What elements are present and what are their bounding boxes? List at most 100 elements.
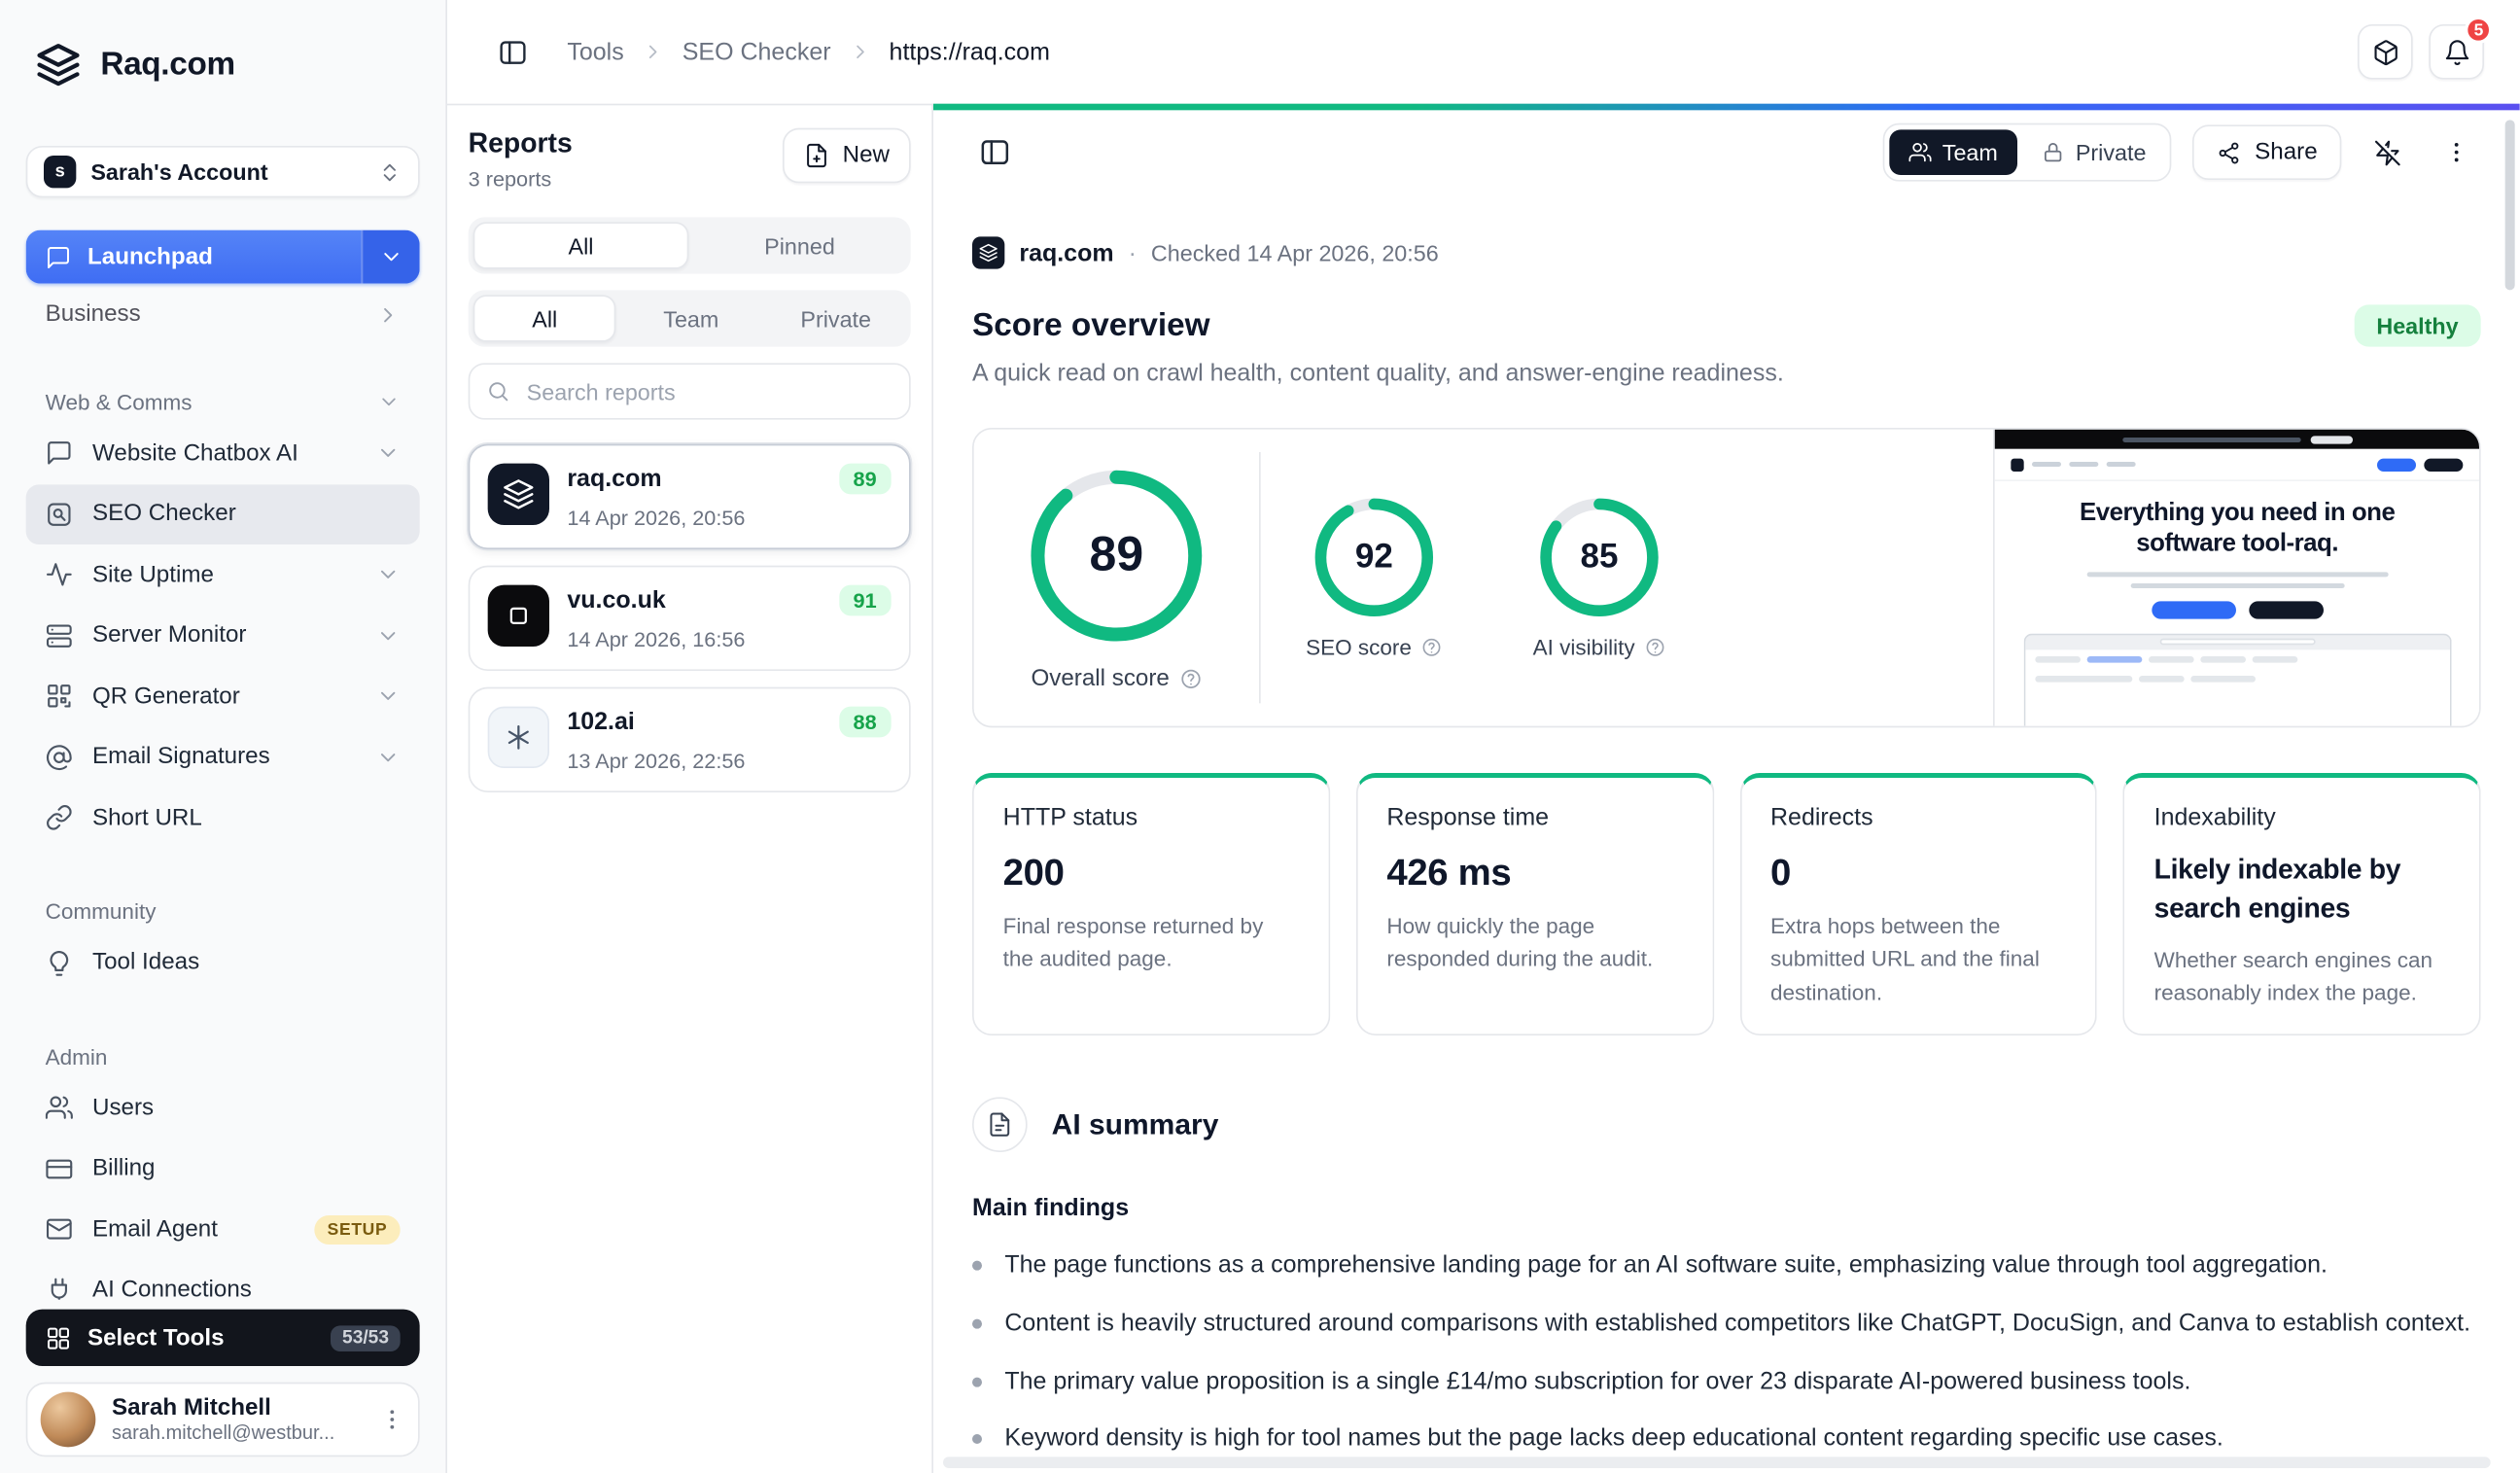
brand-logo-icon [32, 39, 84, 90]
report-name: raq.com [567, 465, 662, 493]
sidebar-item-email-agent[interactable]: Email Agent SETUP [26, 1199, 420, 1260]
user-email: sarah.mitchell@westbur... [112, 1421, 335, 1445]
package-button[interactable] [2358, 24, 2413, 80]
brand-name: Raq.com [100, 46, 235, 83]
scope-tabs: All Team Private [468, 290, 911, 347]
flash-off-button[interactable] [2362, 128, 2411, 177]
metric-http-status: HTTP status 200 Final response returned … [972, 773, 1330, 1036]
select-tools-button[interactable]: Select Tools 53/53 [25, 1309, 420, 1367]
reports-header: Reports 3 reports New [469, 127, 911, 192]
share-button[interactable]: Share [2192, 124, 2342, 181]
mail-icon [46, 1215, 73, 1243]
panel-left-icon [979, 136, 1011, 168]
help-icon[interactable] [1421, 637, 1443, 658]
metric-value: 0 [1769, 851, 1791, 894]
bullet-dot [972, 1260, 983, 1271]
lock-icon [2042, 141, 2064, 163]
user-menu[interactable]: Sarah Mitchell sarah.mitchell@westbur... [25, 1382, 420, 1457]
score-card: 89 Overall score 92 SEO score 85 AI visi… [972, 428, 2481, 728]
team-visibility-button[interactable]: Team [1888, 129, 2017, 176]
sidebar-item-website-chatbox-ai[interactable]: Website Chatbox AI [26, 423, 420, 484]
reports-title-group: Reports 3 reports [469, 128, 573, 192]
sidebar-item-seo-checker[interactable]: SEO Checker [25, 483, 420, 545]
vertical-scrollbar[interactable] [2504, 120, 2515, 291]
tab-scope-all[interactable]: All [472, 295, 616, 342]
report-card-raq[interactable]: raq.com 89 14 Apr 2026, 20:56 [468, 443, 911, 550]
report-list: raq.com 89 14 Apr 2026, 20:56 vu.co.uk 9… [468, 443, 911, 793]
account-initial-badge: s [44, 156, 77, 189]
report-card-102ai[interactable]: 102.ai 88 13 Apr 2026, 22:56 [468, 686, 911, 793]
breadcrumb: Tools SEO Checker https://raq.com [567, 38, 1050, 65]
finding-item: The primary value proposition is a singl… [972, 1364, 2481, 1399]
overall-score-gauge: 89 Overall score [974, 465, 1259, 691]
sidebar-item-short-url[interactable]: Short URL [26, 788, 420, 849]
private-visibility-button[interactable]: Private [2022, 129, 2166, 175]
accent-gradient-bar [933, 103, 2520, 111]
site-preview-thumbnail: Everything you need in one software tool… [1993, 429, 2480, 726]
search-input[interactable] [523, 376, 893, 406]
report-date: 14 Apr 2026, 16:56 [567, 627, 746, 652]
chevron-right-icon [376, 302, 401, 327]
top-header: Tools SEO Checker https://raq.com 5 [447, 0, 2520, 104]
metric-value: 426 ms [1386, 851, 1512, 894]
sidebar-item-tool-ideas[interactable]: Tool Ideas [26, 932, 420, 994]
report-site-name: raq.com [1019, 238, 1114, 267]
notifications-button[interactable]: 5 [2429, 16, 2493, 80]
seo-score-gauge: 92 SEO score [1261, 496, 1488, 659]
ai-visibility-label-row: AI visibility [1533, 635, 1666, 659]
tab-scope-team[interactable]: Team [621, 295, 761, 341]
help-icon[interactable] [1645, 637, 1666, 658]
team-icon [1908, 141, 1931, 163]
help-icon[interactable] [1179, 667, 1202, 689]
launchpad-dropdown[interactable] [361, 229, 420, 284]
notification-count-badge: 5 [2465, 16, 2493, 45]
sidebar-item-qr-generator[interactable]: QR Generator [26, 666, 420, 727]
bullet-dot [972, 1434, 983, 1445]
report-checked-time: Checked 14 Apr 2026, 20:56 [1150, 239, 1439, 266]
metric-description: Whether search engines can reasonably in… [2153, 947, 2433, 1005]
sidebar-item-billing[interactable]: Billing [26, 1139, 420, 1200]
tab-pinned[interactable]: Pinned [693, 222, 905, 268]
sidebar-item-server-monitor[interactable]: Server Monitor [26, 606, 420, 667]
chevron-down-icon [376, 563, 401, 587]
pulse-icon [46, 561, 73, 588]
flash-off-icon [2373, 139, 2400, 166]
sidebar-toggle-button[interactable] [489, 29, 535, 75]
report-name: vu.co.uk [567, 586, 666, 614]
horizontal-scrollbar[interactable] [943, 1456, 2491, 1469]
server-icon [46, 622, 73, 649]
preview-subtext [2086, 571, 2389, 588]
section-web-comms[interactable]: Web & Comms [26, 381, 420, 423]
user-kebab-menu[interactable] [379, 1407, 405, 1433]
sidebar-item-email-signatures[interactable]: Email Signatures [26, 727, 420, 789]
launchpad-button[interactable]: Launchpad [25, 229, 420, 284]
sidebar-item-site-uptime[interactable]: Site Uptime [26, 544, 420, 606]
link-icon [46, 804, 73, 831]
package-icon [2371, 38, 2398, 65]
sidebar-item-business[interactable]: Business [26, 290, 420, 338]
report-card-vu[interactable]: vu.co.uk 91 14 Apr 2026, 16:56 [468, 565, 911, 672]
tab-scope-private[interactable]: Private [766, 295, 906, 341]
metric-indexability: Indexability Likely indexable by search … [2122, 773, 2481, 1036]
overall-score-label-row: Overall score [1031, 665, 1202, 691]
breadcrumb-seo-checker[interactable]: SEO Checker [682, 38, 831, 65]
section-admin: Admin [45, 1044, 108, 1070]
credit-card-icon [46, 1155, 73, 1182]
chevron-right-icon [849, 41, 871, 63]
business-label: Business [45, 301, 141, 328]
chevron-down-icon [376, 684, 401, 709]
seo-score-ring: 92 [1312, 496, 1436, 619]
more-options-button[interactable] [2432, 128, 2481, 177]
launchpad-main[interactable]: Launchpad [25, 229, 362, 284]
tab-all[interactable]: All [472, 222, 689, 269]
chevron-down-icon [379, 245, 403, 269]
main-panel: Team Private Share raq.com · Checked 14 … [933, 103, 2520, 1473]
report-card-top: 102.ai 88 [567, 706, 892, 738]
new-report-button[interactable]: New [782, 127, 911, 184]
kebab-icon [2444, 139, 2470, 165]
breadcrumb-tools[interactable]: Tools [567, 38, 623, 65]
collapse-reports-panel-button[interactable] [972, 129, 1018, 175]
share-icon [2218, 140, 2242, 164]
sidebar-item-users[interactable]: Users [26, 1077, 420, 1139]
account-switcher[interactable]: s Sarah's Account [25, 146, 420, 198]
